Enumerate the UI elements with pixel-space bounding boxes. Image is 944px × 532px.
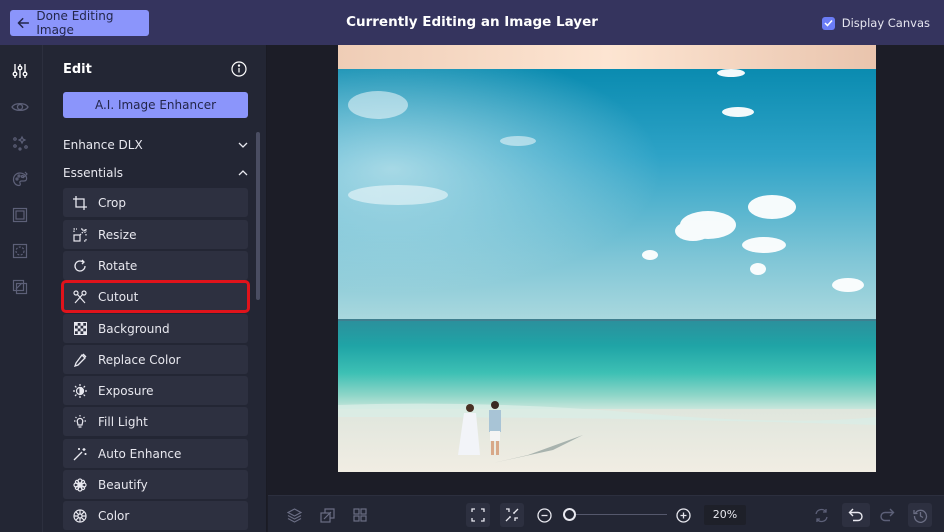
minus-circle-icon: [536, 507, 552, 523]
tool-auto-enhance[interactable]: Auto Enhance: [63, 439, 248, 468]
bottom-toolbar: 20%: [268, 495, 944, 532]
exposure-icon: [73, 383, 87, 398]
scissors-icon: [73, 289, 87, 304]
tool-label: Resize: [98, 227, 137, 242]
flower-icon: [73, 477, 87, 492]
tool-label: Background: [98, 321, 170, 336]
undo-button[interactable]: [842, 503, 870, 527]
display-canvas-toggle[interactable]: Display Canvas: [821, 14, 930, 32]
ai-image-enhancer-button[interactable]: A.I. Image Enhancer: [63, 92, 248, 118]
tool-crop[interactable]: Crop: [63, 188, 248, 217]
tool-label: Rotate: [98, 258, 138, 273]
zoom-slider-track: [571, 514, 667, 515]
zoom-in-button[interactable]: [671, 503, 695, 527]
tool-exposure[interactable]: Exposure: [63, 376, 248, 405]
tool-background[interactable]: Background: [63, 314, 248, 343]
tool-cutout[interactable]: Cutout: [61, 280, 250, 313]
magic-wand-icon: [73, 447, 87, 461]
zoom-slider-thumb[interactable]: [563, 508, 576, 521]
tool-label: Replace Color: [98, 352, 181, 367]
zoom-value[interactable]: 20%: [704, 505, 746, 525]
tool-label: Cutout: [98, 289, 139, 304]
shrink-icon: [505, 508, 519, 522]
grid-button[interactable]: [348, 503, 372, 527]
top-bar: Done Editing Image Currently Editing an …: [0, 0, 944, 45]
tool-rotate[interactable]: Rotate: [63, 251, 248, 280]
chevron-up-icon: [238, 170, 248, 176]
refresh-icon: [814, 508, 828, 522]
checkmark-icon: [824, 19, 833, 27]
tool-label: Crop: [98, 195, 127, 210]
checkerboard-icon: [73, 322, 87, 336]
tool-label: Exposure: [98, 383, 154, 398]
resize-icon: [73, 227, 87, 242]
tool-category-rail: [0, 45, 43, 532]
redo-button[interactable]: [875, 503, 899, 527]
history-icon: [912, 509, 927, 523]
done-editing-label: Done Editing Image: [36, 9, 114, 37]
tool-fill-light[interactable]: Fill Light: [63, 407, 248, 436]
panel-title: Edit: [63, 62, 92, 77]
expand-icon: [471, 508, 485, 522]
texture-icon[interactable]: [10, 241, 30, 261]
eyedropper-icon: [73, 353, 87, 367]
overlay-icon[interactable]: [10, 277, 30, 297]
section-essentials[interactable]: Essentials: [63, 163, 248, 183]
lightbulb-icon: [73, 414, 87, 429]
layers-icon: [286, 507, 302, 523]
plus-circle-icon: [675, 507, 691, 523]
tool-label: Auto Enhance: [98, 446, 182, 461]
rotate-icon: [73, 259, 87, 273]
tool-replace-color[interactable]: Replace Color: [63, 345, 248, 374]
edit-panel: Edit A.I. Image Enhancer Enhance DLX Ess…: [43, 45, 267, 532]
tool-label: Beautify: [98, 477, 148, 492]
display-canvas-label: Display Canvas: [841, 16, 930, 30]
frame-icon[interactable]: [10, 205, 30, 225]
section-label: Essentials: [63, 166, 124, 180]
adjustments-icon[interactable]: [10, 61, 30, 81]
tool-label: Fill Light: [98, 414, 148, 429]
duplicate-icon: [319, 507, 335, 523]
display-canvas-checkbox[interactable]: [821, 16, 835, 30]
reset-button[interactable]: [809, 503, 833, 527]
info-icon[interactable]: [231, 61, 247, 77]
panel-scrollbar[interactable]: [256, 132, 260, 300]
arrow-left-icon: [17, 17, 30, 29]
undo-icon: [848, 508, 863, 522]
history-button[interactable]: [908, 503, 932, 527]
zoom-out-button[interactable]: [532, 503, 556, 527]
palette-icon[interactable]: [10, 169, 30, 189]
tool-label: Color: [98, 508, 130, 523]
sparkles-icon[interactable]: [10, 133, 30, 153]
zoom-slider[interactable]: [563, 507, 667, 523]
fit-screen-button[interactable]: [466, 503, 490, 527]
tool-color[interactable]: Color: [63, 501, 248, 530]
color-wheel-icon: [73, 508, 87, 523]
duplicate-button[interactable]: [315, 503, 339, 527]
tool-beautify[interactable]: Beautify: [63, 470, 248, 499]
redo-icon: [880, 508, 895, 522]
section-enhance-dlx[interactable]: Enhance DLX: [63, 135, 248, 155]
grid-icon: [353, 508, 367, 522]
shrink-button[interactable]: [500, 503, 524, 527]
eye-icon[interactable]: [10, 97, 30, 117]
done-editing-button[interactable]: Done Editing Image: [10, 9, 149, 37]
layers-button[interactable]: [282, 503, 306, 527]
section-label: Enhance DLX: [63, 138, 143, 152]
edited-image[interactable]: [338, 45, 876, 472]
crop-icon: [73, 195, 87, 210]
tool-resize[interactable]: Resize: [63, 220, 248, 249]
chevron-down-icon: [238, 142, 248, 148]
